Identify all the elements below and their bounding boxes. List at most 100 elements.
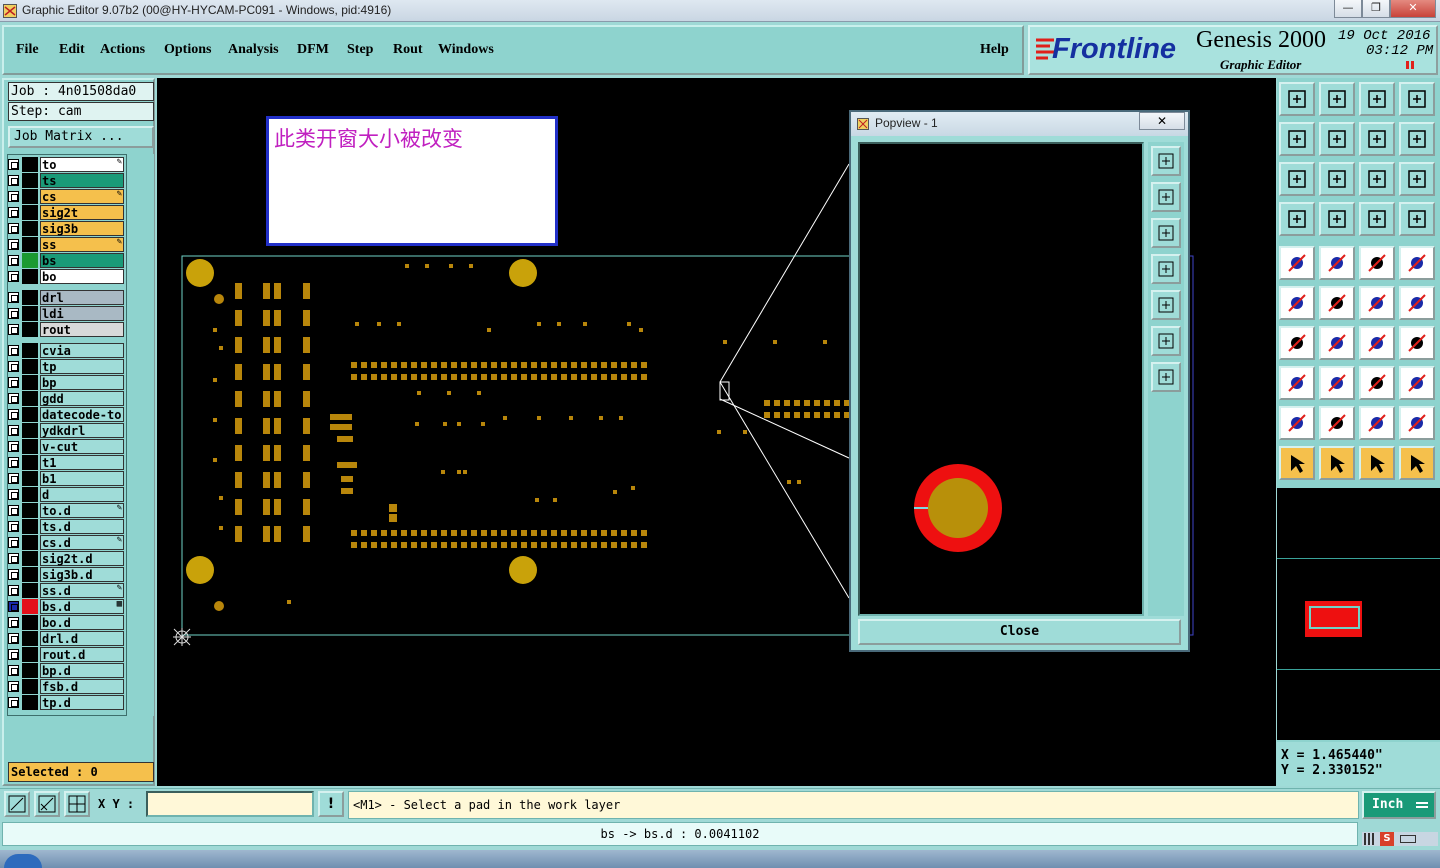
popview-tool-4-icon[interactable]: [1151, 290, 1181, 320]
layer-color-swatch[interactable]: [22, 157, 38, 172]
layer-color-swatch[interactable]: [22, 471, 38, 486]
layer-checkbox[interactable]: [8, 473, 19, 484]
layer-checkbox[interactable]: [8, 665, 19, 676]
layer-name[interactable]: ss: [40, 237, 124, 252]
popview-tool-1-icon[interactable]: [1151, 182, 1181, 212]
job-matrix-button[interactable]: Job Matrix ...: [8, 126, 154, 148]
screen-fit-icon[interactable]: [1319, 82, 1355, 116]
layer-name[interactable]: t1: [40, 455, 124, 470]
layer-row-cs.d[interactable]: cs.d ✎: [6, 535, 124, 550]
layer-row-sig3b[interactable]: sig3b: [6, 221, 124, 236]
layer-row-ldi[interactable]: ldi: [6, 306, 124, 321]
menu-actions[interactable]: Actions: [100, 42, 145, 58]
layer-checkbox[interactable]: [8, 457, 19, 468]
layer-checkbox[interactable]: [8, 271, 19, 282]
layer-color-swatch[interactable]: [22, 221, 38, 236]
measure-a-icon[interactable]: [1359, 286, 1395, 320]
layer-checkbox[interactable]: [8, 159, 19, 170]
layer-checkbox[interactable]: [8, 441, 19, 452]
layer-checkbox[interactable]: [8, 393, 19, 404]
layer-name[interactable]: bo.d: [40, 615, 124, 630]
menu-rout[interactable]: Rout: [393, 42, 423, 58]
dimension-icon[interactable]: [1359, 366, 1395, 400]
edit-icon[interactable]: [1319, 246, 1355, 280]
dot-icon[interactable]: [1399, 246, 1435, 280]
layer-name[interactable]: ts.d: [40, 519, 124, 534]
layer-color-swatch[interactable]: [22, 322, 38, 337]
fit-icon[interactable]: [1279, 162, 1315, 196]
menu-step[interactable]: Step: [347, 42, 373, 58]
layer-color-swatch[interactable]: [22, 599, 38, 614]
layer-checkbox[interactable]: [8, 569, 19, 580]
flip-icon[interactable]: [1399, 326, 1435, 360]
layer-checkbox[interactable]: [8, 697, 19, 708]
layer-scroll-area[interactable]: [128, 154, 154, 716]
layer-row-rout[interactable]: rout: [6, 322, 124, 337]
warning-button[interactable]: !: [318, 791, 344, 817]
layer-checkbox[interactable]: [8, 617, 19, 628]
layer-row-to.d[interactable]: to.d ✎: [6, 503, 124, 518]
select-area-icon[interactable]: [1279, 366, 1315, 400]
layer-row-v-cut[interactable]: v-cut: [6, 439, 124, 454]
layer-row-ss.d[interactable]: ss.d ✎: [6, 583, 124, 598]
menu-analysis[interactable]: Analysis: [228, 42, 279, 58]
measure-b-icon[interactable]: [1399, 286, 1435, 320]
line-icon[interactable]: [1319, 326, 1355, 360]
pad-icon[interactable]: [1279, 246, 1315, 280]
layer-row-d[interactable]: d: [6, 487, 124, 502]
layer-checkbox[interactable]: [8, 223, 19, 234]
layer-color-swatch[interactable]: [22, 631, 38, 646]
layer-row-sig2t.d[interactable]: sig2t.d: [6, 551, 124, 566]
layer-checkbox[interactable]: [8, 585, 19, 596]
popview-tool-5-icon[interactable]: [1151, 326, 1181, 356]
popview-close-button[interactable]: Close: [858, 619, 1181, 645]
layer-checkbox[interactable]: [8, 505, 19, 516]
cross-icon[interactable]: [1319, 286, 1355, 320]
snap-a-icon[interactable]: [1359, 202, 1395, 236]
layer-checkbox[interactable]: [8, 255, 19, 266]
home-icon[interactable]: [1279, 82, 1315, 116]
layer-color-swatch[interactable]: [22, 455, 38, 470]
s-tray-icon[interactable]: S: [1380, 832, 1394, 846]
layer-row-bs.d[interactable]: bs.d ▦: [6, 599, 124, 614]
layer-name[interactable]: rout: [40, 322, 124, 337]
layer-row-to[interactable]: to ✎: [6, 157, 124, 172]
layer-checkbox[interactable]: [8, 489, 19, 500]
layer-row-ts[interactable]: ts: [6, 173, 124, 188]
layer-color-swatch[interactable]: [22, 253, 38, 268]
layer-color-swatch[interactable]: [22, 189, 38, 204]
layer-name[interactable]: cs: [40, 189, 124, 204]
xy-input[interactable]: [146, 791, 314, 817]
layer-color-swatch[interactable]: [22, 695, 38, 710]
tri-d-icon[interactable]: [1399, 406, 1435, 440]
overview-map[interactable]: [1277, 488, 1440, 740]
split-icon[interactable]: [1399, 82, 1435, 116]
layer-color-swatch[interactable]: [22, 663, 38, 678]
layer-row-t1[interactable]: t1: [6, 455, 124, 470]
layer-checkbox[interactable]: [8, 601, 19, 612]
layer-row-ydkdrl[interactable]: ydkdrl: [6, 423, 124, 438]
keyboard-icon[interactable]: [1400, 835, 1416, 843]
layer-color-swatch[interactable]: [22, 205, 38, 220]
popview-tool-2-icon[interactable]: [1151, 218, 1181, 248]
layer-checkbox[interactable]: [8, 191, 19, 202]
layer-color-swatch[interactable]: [22, 237, 38, 252]
s-shape-icon[interactable]: [1399, 122, 1435, 156]
layer-name[interactable]: gdd: [40, 391, 124, 406]
layer-name[interactable]: ldi: [40, 306, 124, 321]
maximize-button[interactable]: ❐: [1362, 0, 1390, 18]
units-selector[interactable]: Inch: [1362, 791, 1436, 819]
layer-name[interactable]: bs: [40, 253, 124, 268]
layer-name[interactable]: bp: [40, 375, 124, 390]
popview-tool-3-icon[interactable]: [1151, 254, 1181, 284]
pointer-net-icon[interactable]: [1399, 446, 1435, 480]
layer-checkbox[interactable]: [8, 409, 19, 420]
layer-name[interactable]: ts: [40, 173, 124, 188]
snap-corner-icon[interactable]: [4, 791, 30, 817]
layer-name[interactable]: sig3b: [40, 221, 124, 236]
tri-b-icon[interactable]: [1319, 406, 1355, 440]
layer-color-swatch[interactable]: [22, 173, 38, 188]
pointer-icon[interactable]: [1279, 446, 1315, 480]
layer-checkbox[interactable]: [8, 649, 19, 660]
popview-canvas[interactable]: [858, 142, 1144, 616]
